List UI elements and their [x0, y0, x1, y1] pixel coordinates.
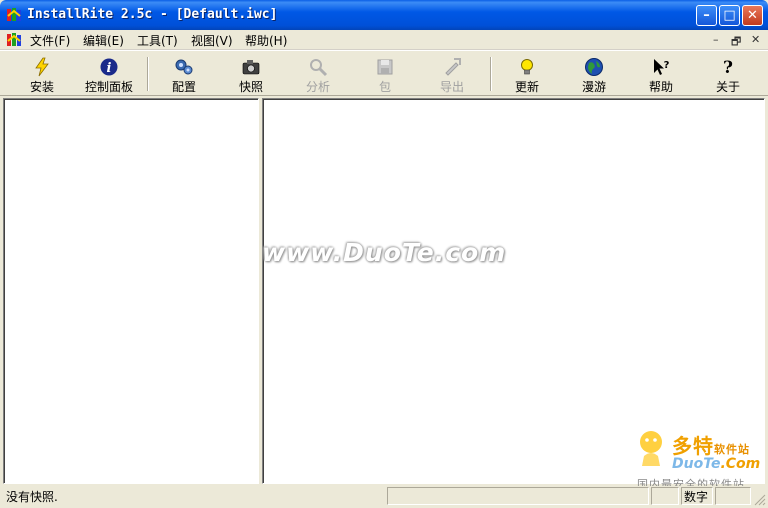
config-button[interactable]: 配置	[154, 57, 214, 94]
child-minimize-button[interactable]: –	[713, 33, 719, 46]
lightning-icon	[35, 57, 49, 77]
install-label: 安装	[29, 80, 54, 94]
update-button[interactable]: 更新	[497, 57, 557, 94]
control-panel-label: 控制面板	[84, 80, 133, 94]
minimize-button[interactable]: –	[696, 5, 717, 26]
menu-help[interactable]: 帮助(H)	[245, 32, 287, 49]
status-text: 没有快照.	[6, 490, 58, 504]
watermark-text: www.DuoTe.com	[262, 238, 507, 267]
menu-bar: 文件(F) 编辑(E) 工具(T) 视图(V) 帮助(H) – 🗗 ✕	[0, 30, 768, 50]
package-button[interactable]: 包	[355, 57, 415, 94]
help-label: 帮助	[648, 80, 673, 94]
status-panel	[715, 487, 751, 505]
child-close-button[interactable]: ✕	[751, 33, 760, 46]
status-panel	[387, 487, 649, 505]
help-button[interactable]: ? 帮助	[631, 57, 691, 94]
logo-main-text: 多特	[672, 434, 714, 458]
toolbar: 安装 i 控制面板 配置 快照 分析 包 导出 更新 漫游 ? 帮助 ? 关于	[0, 50, 768, 96]
snapshot-tree-pane[interactable]	[3, 98, 259, 484]
camera-icon	[242, 60, 260, 75]
logo-small-text: 软件站	[714, 443, 750, 456]
logo-sub-a: DuoTe	[672, 456, 721, 472]
help-arrow-icon: ?	[654, 59, 670, 75]
about-button[interactable]: ? 关于	[698, 57, 758, 94]
roam-button[interactable]: 漫游	[564, 57, 624, 94]
mascot-icon	[640, 431, 662, 466]
menu-edit[interactable]: 编辑(E)	[83, 32, 124, 49]
toolbar-separator	[147, 57, 149, 91]
config-icon	[175, 59, 193, 75]
close-button[interactable]: ✕	[742, 5, 763, 26]
floppy-icon	[377, 59, 393, 75]
menu-tools[interactable]: 工具(T)	[137, 32, 178, 49]
toolbar-separator	[490, 57, 492, 91]
svg-text:?: ?	[664, 60, 670, 71]
logo-subtitle: DuoTe.Com	[672, 456, 760, 472]
analyze-button[interactable]: 分析	[288, 57, 348, 94]
update-label: 更新	[514, 80, 539, 94]
question-icon: ?	[723, 58, 733, 77]
menu-file[interactable]: 文件(F)	[30, 32, 70, 49]
status-panel	[651, 487, 679, 505]
config-label: 配置	[171, 80, 196, 94]
install-button[interactable]: 安装	[12, 57, 72, 94]
roam-label: 漫游	[581, 80, 606, 94]
globe-icon	[585, 58, 603, 76]
control-panel-button[interactable]: i 控制面板	[79, 57, 139, 94]
logo-title: 多特软件站	[672, 430, 750, 459]
magnifier-icon	[310, 59, 328, 77]
maximize-button[interactable]: □	[719, 5, 740, 26]
export-button[interactable]: 导出	[422, 57, 482, 94]
duote-logo: 多特软件站 DuoTe.Com 国内最安全的软件站	[632, 424, 766, 491]
svg-text:?: ?	[723, 58, 733, 77]
app-icon	[7, 8, 21, 21]
about-label: 关于	[715, 80, 740, 94]
num-lock-indicator: 数字	[684, 490, 709, 504]
status-bar: 没有快照. 数字	[0, 486, 768, 508]
snapshot-button[interactable]: 快照	[221, 57, 281, 94]
snapshot-label: 快照	[238, 80, 263, 94]
package-label: 包	[378, 80, 391, 94]
menu-view[interactable]: 视图(V)	[191, 32, 233, 49]
svg-text:i: i	[107, 61, 112, 76]
export-label: 导出	[439, 80, 464, 94]
lightbulb-icon	[521, 59, 533, 75]
window-title: InstallRite 2.5c - [Default.iwc]	[27, 7, 278, 22]
resize-grip-icon[interactable]	[754, 494, 766, 506]
analyze-label: 分析	[305, 80, 330, 94]
document-icon[interactable]	[6, 32, 22, 48]
info-icon: i	[100, 58, 118, 76]
title-bar[interactable]: InstallRite 2.5c - [Default.iwc] – □ ✕	[0, 0, 768, 30]
export-icon	[445, 58, 461, 76]
logo-sub-b: .Com	[720, 456, 761, 472]
